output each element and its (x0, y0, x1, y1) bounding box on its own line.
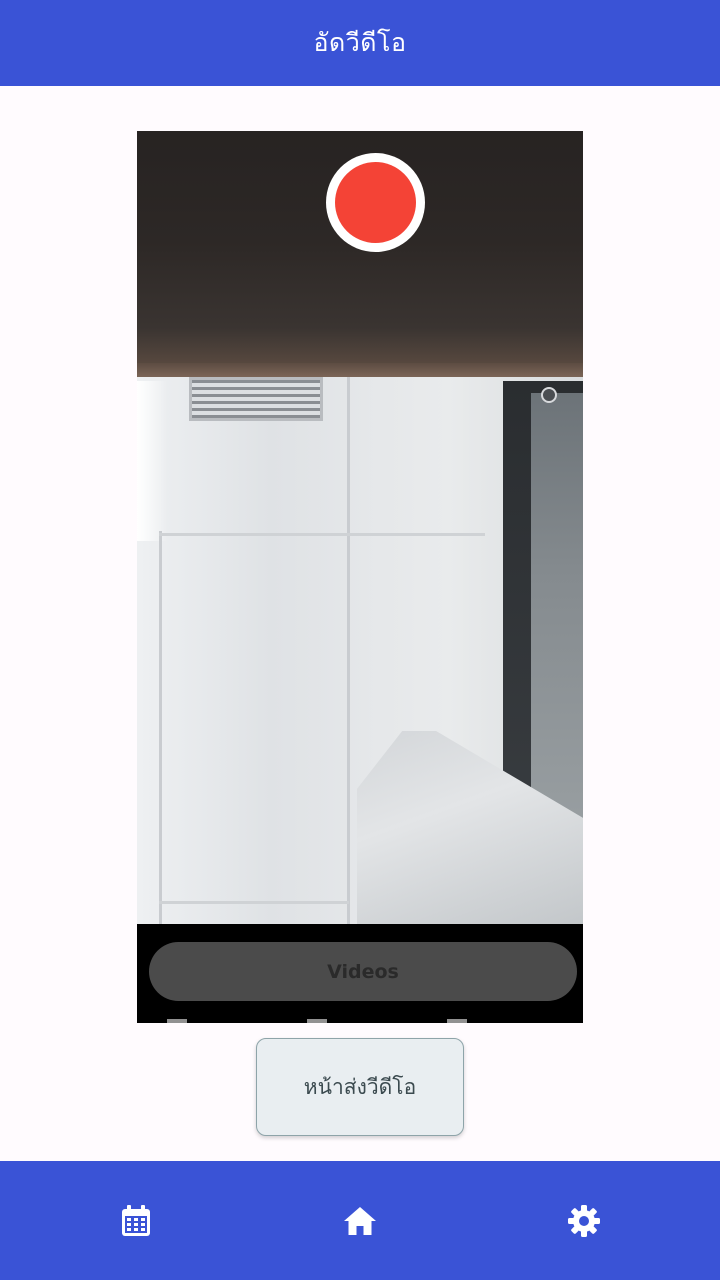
app-root: อัดวีดีโอ Videos หน้าส่งวีดีโอ (0, 0, 720, 1280)
camera-feed-image (137, 131, 583, 924)
videos-strip: Videos (137, 924, 583, 1023)
nav-item-home[interactable] (300, 1161, 420, 1280)
nav-item-settings[interactable] (524, 1161, 644, 1280)
record-button[interactable] (326, 153, 425, 252)
calendar-icon (121, 1204, 151, 1237)
app-bar: อัดวีดีโอ (0, 0, 720, 86)
nav-item-calendar[interactable] (76, 1161, 196, 1280)
send-video-page-button[interactable]: หน้าส่งวีดีโอ (256, 1038, 464, 1136)
videos-button[interactable]: Videos (149, 942, 577, 1001)
home-icon (344, 1206, 376, 1235)
record-dot-icon (335, 162, 416, 243)
page-title: อัดวีดีโอ (313, 28, 407, 57)
gear-icon (568, 1204, 600, 1237)
bottom-navigation (0, 1161, 720, 1280)
camera-preview: Videos (137, 131, 583, 1023)
